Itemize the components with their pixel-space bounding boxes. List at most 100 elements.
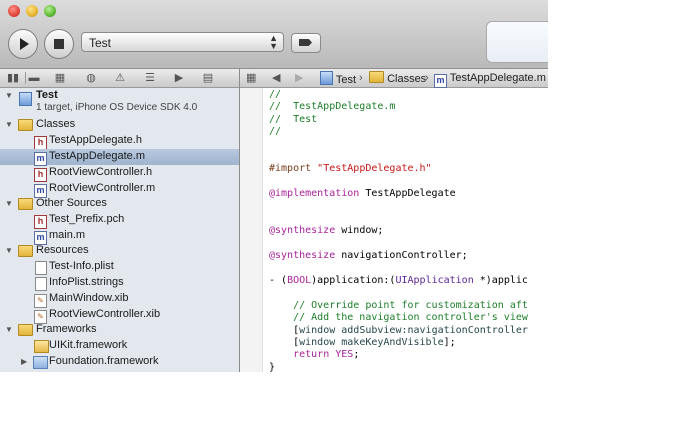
jump-crumb-folder[interactable]: Classes: [369, 71, 426, 86]
file-row[interactable]: m main.m: [0, 228, 239, 245]
disclosure-closed-icon[interactable]: ▶: [21, 354, 29, 369]
group-label: Classes: [36, 118, 76, 130]
group-row[interactable]: ▼ Resources: [0, 243, 239, 259]
file-label: RootViewController.h: [49, 166, 153, 178]
scheme-label: Test: [89, 36, 112, 50]
file-label: InfoPlist.strings: [49, 276, 124, 288]
file-row[interactable]: h TestAppDelegate.h: [0, 133, 239, 150]
file-label: TestAppDelegate.h: [49, 134, 142, 146]
log-navigator-icon[interactable]: ▤: [201, 71, 215, 85]
editor-gutter[interactable]: [240, 88, 263, 372]
scheme-selector[interactable]: Test ▲ ▼: [81, 32, 284, 52]
forward-arrow-icon[interactable]: ▶: [295, 71, 303, 85]
code-line[interactable]: //: [269, 89, 281, 101]
code-line[interactable]: // Override point for customization aft: [269, 300, 528, 312]
code-line[interactable]: #import "TestAppDelegate.h": [269, 163, 432, 175]
play-icon: [20, 38, 29, 50]
code-line[interactable]: // Test: [269, 114, 317, 126]
toolbar: Test ▲ ▼: [0, 0, 548, 69]
disclosure-open-icon[interactable]: ▼: [5, 196, 13, 211]
group-label: Frameworks: [36, 323, 97, 335]
code-line[interactable]: @synthesize navigationController;: [269, 250, 468, 262]
m-file-icon: m: [34, 151, 47, 166]
file-label: Test-Info.plist: [49, 260, 114, 272]
run-button[interactable]: [8, 29, 38, 59]
symbol-navigator-icon[interactable]: ▦: [53, 71, 67, 85]
group-row[interactable]: ▼ Classes: [0, 117, 239, 133]
jump-crumb-project[interactable]: Test: [320, 71, 356, 87]
code-line[interactable]: @synthesize window;: [269, 225, 383, 237]
project-subtitle: 1 target, iPhone OS Device SDK 4.0: [36, 102, 198, 113]
file-row[interactable]: ▶ Foundation.framework: [0, 354, 239, 370]
file-label: RootViewController.xib: [49, 308, 161, 320]
disclosure-open-icon[interactable]: ▼: [5, 243, 13, 258]
stop-icon: [54, 39, 64, 49]
code-line[interactable]: // TestAppDelegate.m: [269, 101, 395, 113]
file-label: MainWindow.xib: [49, 292, 129, 304]
project-icon: [320, 71, 333, 85]
updown-arrows-icon: ▲ ▼: [269, 33, 278, 51]
back-arrow-icon[interactable]: ◀: [272, 71, 280, 85]
project-row[interactable]: ▼ Test 1 target, iPhone OS Device SDK 4.…: [0, 88, 239, 115]
disclosure-open-icon[interactable]: ▼: [5, 117, 13, 132]
code-line[interactable]: [window addSubview:navigationController: [269, 325, 528, 337]
debug-navigator-icon[interactable]: ☰: [143, 71, 157, 85]
minimize-window-button[interactable]: [26, 5, 38, 17]
zoom-window-button[interactable]: [44, 5, 56, 17]
file-label: Test_Prefix.pch: [49, 213, 125, 225]
activity-viewer: [486, 21, 548, 63]
file-row[interactable]: InfoPlist.strings: [0, 275, 239, 291]
breakpoint-navigator-icon[interactable]: ▶: [172, 71, 186, 85]
h-file-icon: h: [34, 135, 47, 150]
file-label: UIKit.framework: [49, 339, 128, 351]
project-navigator: ▼ Test 1 target, iPhone OS Device SDK 4.…: [0, 88, 239, 372]
folder-icon: [369, 71, 384, 83]
xib-file-icon: ✎: [34, 293, 47, 308]
code-line[interactable]: return YES;: [269, 349, 359, 361]
file-row[interactable]: ✎ MainWindow.xib: [0, 291, 239, 308]
file-row[interactable]: UIKit.framework: [0, 338, 239, 354]
group-row[interactable]: ▼ Other Sources: [0, 196, 239, 212]
code-line[interactable]: - (BOOL)application:(UIApplication *)app…: [269, 275, 528, 287]
file-row[interactable]: h Test_Prefix.pch: [0, 212, 239, 229]
code-line[interactable]: // Add the navigation controller's view: [269, 312, 528, 324]
file-row[interactable]: m RootViewController.m: [0, 181, 239, 198]
h-file-icon: h: [34, 167, 47, 182]
source-editor[interactable]: //// TestAppDelegate.m// Test//#import "…: [240, 88, 548, 372]
stop-button[interactable]: [44, 29, 74, 59]
pch-file-icon: h: [34, 214, 47, 229]
framework-icon: [33, 356, 48, 372]
disclosure-open-icon[interactable]: ▼: [5, 88, 13, 103]
navigator-selector-bar: ▮▮ ▬ ▦ ◍ ⚠ ☰ ▶ ▤: [0, 69, 239, 88]
project-navigator-icon[interactable]: ▬: [27, 71, 41, 85]
file-row[interactable]: Test-Info.plist: [0, 259, 239, 275]
file-label: TestAppDelegate.m: [49, 150, 145, 162]
code-line[interactable]: [window makeKeyAndVisible];: [269, 337, 456, 349]
file-label: main.m: [49, 229, 86, 241]
code-line[interactable]: }: [269, 362, 275, 372]
group-row[interactable]: ▼ Frameworks: [0, 322, 239, 338]
issue-navigator-icon[interactable]: ⚠: [113, 71, 127, 85]
group-label: Other Sources: [36, 197, 107, 209]
close-window-button[interactable]: [8, 5, 20, 17]
code-line[interactable]: @implementation TestAppDelegate: [269, 188, 456, 200]
related-files-icon[interactable]: ▦: [246, 71, 256, 85]
file-row-selected[interactable]: m TestAppDelegate.m: [0, 149, 239, 166]
m-file-icon: m: [434, 74, 447, 88]
xcode-window: Test ▲ ▼ ▮▮ ▬ ▦ ◍ ⚠ ☰ ▶ ▤ ▦ ◀ ▶ Test › Cl…: [0, 0, 548, 372]
jump-crumb-file[interactable]: m TestAppDelegate.m: [434, 71, 546, 88]
crumb-separator-icon: ›: [359, 72, 363, 84]
disclosure-open-icon[interactable]: ▼: [5, 322, 13, 337]
file-row[interactable]: ✎ RootViewController.xib: [0, 307, 239, 324]
file-label: RootViewController.m: [49, 182, 156, 194]
navbar-divider: [25, 72, 26, 84]
crumb-separator-icon: ›: [425, 72, 429, 84]
file-label: Foundation.framework: [49, 355, 159, 367]
code-line[interactable]: //: [269, 126, 281, 138]
breakpoint-icon: [299, 39, 312, 46]
search-navigator-icon[interactable]: ◍: [84, 71, 98, 85]
group-label: Resources: [36, 244, 89, 256]
hide-sidebar-icon[interactable]: ▮▮: [6, 71, 20, 85]
breakpoints-button[interactable]: [291, 33, 321, 53]
file-row[interactable]: h RootViewController.h: [0, 165, 239, 182]
